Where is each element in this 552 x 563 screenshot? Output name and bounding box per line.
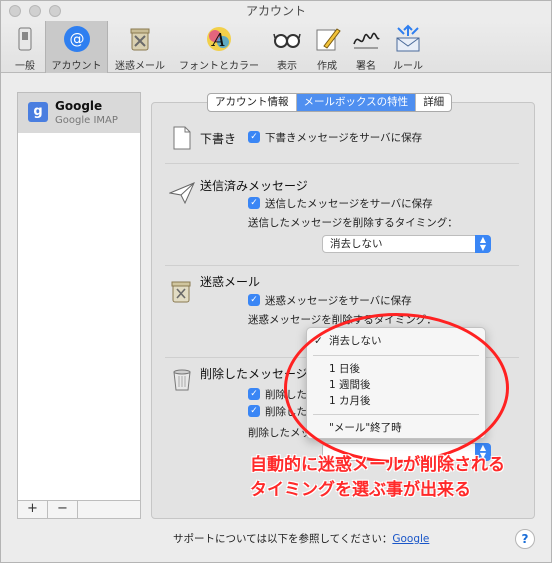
junk-save-label: 迷惑メッセージをサーバに保存: [265, 295, 412, 307]
accounts-sidebar: g Google Google IMAP + −: [17, 92, 141, 519]
general-switch-icon: [18, 27, 32, 51]
sent-timing-value: 消去しない: [330, 238, 383, 250]
trash-can-icon: [173, 369, 191, 391]
google-icon: g: [28, 102, 48, 122]
at-icon: @: [63, 26, 90, 52]
signature-icon: [353, 32, 380, 49]
sidebar-footer: + −: [18, 500, 140, 518]
account-tabs: アカウント情報 メールボックスの特性 詳細: [207, 93, 453, 112]
section-divider: [165, 163, 519, 164]
paper-plane-icon: [169, 182, 195, 205]
dropdown-option-1-month[interactable]: 1 カ月後: [307, 393, 485, 409]
toolbar-rules-button[interactable]: ルール: [388, 21, 428, 73]
sent-timing-label: 送信したメッセージを削除するタイミング：: [248, 217, 458, 229]
dropdown-option-on-quit[interactable]: "メール"終了時: [307, 420, 485, 436]
sent-save-label: 送信したメッセージをサーバに保存: [265, 198, 433, 210]
annotation-text: 自動的に迷惑メールが削除される タイミングを選ぶ事が出来る: [250, 453, 505, 503]
tab-advanced[interactable]: 詳細: [416, 94, 451, 111]
drafts-save-checkbox[interactable]: ✓: [248, 131, 260, 143]
trash-move-checkbox[interactable]: ✓: [248, 388, 260, 400]
toolbar-accounts-button[interactable]: @ アカウント: [45, 21, 108, 73]
preferences-toolbar: 一般 @ アカウント 迷惑メール A フォントとカラー 表示 作成 署名 ルール: [1, 21, 551, 73]
minimize-window-button[interactable]: [29, 5, 41, 17]
junk-save-checkbox[interactable]: ✓: [248, 294, 260, 306]
pencil-icon: [316, 28, 341, 51]
tab-mailbox-behaviors[interactable]: メールボックスの特性: [296, 94, 417, 111]
junk-timing-label: 迷惑メッセージを削除するタイミング：: [248, 314, 437, 326]
trash-title: 削除したメッセージ: [200, 367, 308, 381]
font-color-icon: A: [207, 27, 231, 51]
glasses-icon: [273, 33, 301, 48]
support-text: サポートについては以下を参照してください：: [173, 533, 393, 545]
account-type: Google IMAP: [55, 115, 118, 126]
junk-title: 迷惑メール: [200, 275, 261, 289]
dropdown-option-1-week[interactable]: 1 週間後: [307, 377, 485, 393]
close-window-button[interactable]: [9, 5, 21, 17]
toolbar-fonts-colors-button[interactable]: A フォントとカラー: [173, 21, 265, 73]
dropdown-separator: [313, 355, 479, 356]
toolbar-composing-button[interactable]: 作成: [309, 21, 345, 73]
drafts-save-label: 下書きメッセージをサーバに保存: [265, 132, 423, 144]
drafts-title: 下書き: [200, 132, 237, 146]
toolbar-general-button[interactable]: 一般: [6, 21, 44, 73]
svg-text:A: A: [211, 30, 226, 51]
select-arrows-icon: ▲ ▼: [475, 235, 491, 253]
sent-save-checkbox[interactable]: ✓: [248, 197, 260, 209]
rules-envelope-icon: [396, 24, 420, 52]
tab-account-info[interactable]: アカウント情報: [208, 94, 297, 111]
drafts-document-icon: [173, 126, 191, 150]
support-footer: サポートについては以下を参照してください：Google: [173, 531, 429, 546]
window-titlebar: アカウント: [1, 1, 551, 21]
account-name: Google: [55, 99, 103, 113]
dropdown-option-never[interactable]: ✓ 消去しない: [307, 333, 485, 349]
preferences-window: アカウント 一般 @ アカウント 迷惑メール A フォントとカラー 表示 作成 …: [0, 0, 552, 563]
sent-timing-select[interactable]: 消去しない ▲ ▼: [322, 235, 491, 253]
toolbar-viewing-button[interactable]: 表示: [269, 21, 305, 73]
annotation-line-2: タイミングを選ぶ事が出来る: [250, 480, 471, 500]
add-account-button[interactable]: +: [18, 501, 48, 518]
help-button[interactable]: ?: [515, 529, 535, 549]
section-divider: [165, 265, 519, 266]
zoom-window-button[interactable]: [49, 5, 61, 17]
checkmark-icon: ✓: [314, 335, 323, 347]
junk-trash-icon: [130, 28, 150, 51]
dropdown-option-1-day[interactable]: 1 日後: [307, 361, 485, 377]
remove-account-button[interactable]: −: [48, 501, 78, 518]
sent-title: 送信済みメッセージ: [200, 179, 308, 193]
trash-save-checkbox[interactable]: ✓: [248, 405, 260, 417]
svg-text:@: @: [69, 30, 84, 48]
junk-timing-dropdown-menu: ✓ 消去しない 1 日後 1 週間後 1 カ月後 "メール"終了時: [306, 327, 486, 439]
dropdown-separator: [313, 414, 479, 415]
toolbar-junk-button[interactable]: 迷惑メール: [111, 21, 169, 73]
junk-trash-icon: [171, 281, 191, 303]
toolbar-signatures-button[interactable]: 署名: [348, 21, 384, 73]
annotation-line-1: 自動的に迷惑メールが削除される: [250, 455, 505, 475]
support-link[interactable]: Google: [392, 533, 429, 545]
account-list-item-google[interactable]: g Google Google IMAP: [18, 93, 140, 133]
window-title: アカウント: [245, 4, 306, 18]
